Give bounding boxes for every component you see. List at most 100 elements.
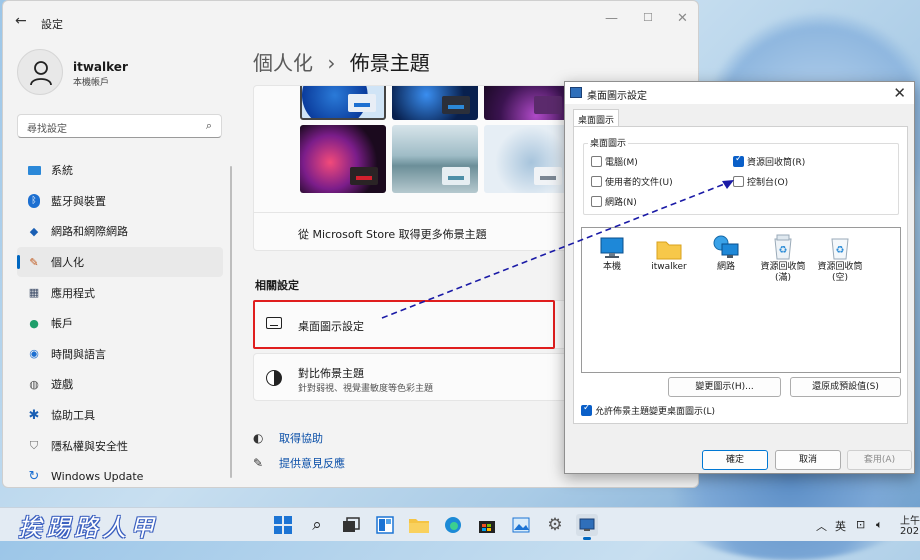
desktop-icon-settings-taskbar-icon[interactable] — [576, 514, 598, 540]
highlight-box — [253, 300, 555, 349]
theme-thumbnail[interactable] — [484, 86, 570, 120]
network-tray-icon[interactable]: ⊡ — [856, 518, 865, 531]
dialog-title: 桌面圖示設定 — [587, 91, 647, 102]
sidebar-item-accounts[interactable]: ● 帳戶 — [17, 308, 223, 339]
checkbox-recycle-bin[interactable]: 資源回收筒(R) — [733, 154, 805, 168]
checkbox-box[interactable] — [581, 403, 592, 416]
svg-text:♻: ♻ — [779, 245, 788, 256]
checkbox-box[interactable] — [591, 156, 602, 167]
start-icon[interactable] — [272, 514, 294, 536]
checkbox-user-files[interactable]: 使用者的文件(U) — [591, 175, 673, 188]
desktop-icon-settings-icon — [570, 87, 582, 98]
sidebar-scrollbar[interactable] — [230, 166, 232, 478]
sidebar-item-label: 隱私權與安全性 — [51, 439, 128, 453]
file-explorer-icon[interactable] — [408, 514, 430, 536]
tab-panel: 桌面圖示 電腦(M) 資源回收筒(R) 使用者的文件(U) 控制台(O) 網路(… — [573, 126, 908, 424]
checkbox-label: 電腦(M) — [605, 158, 638, 168]
close-icon[interactable]: ✕ — [893, 84, 906, 102]
icon-label: 本機 — [602, 262, 621, 272]
volume-icon[interactable]: 🔈︎ — [876, 518, 883, 532]
computer-icon — [582, 234, 642, 260]
sidebar-item-privacy[interactable]: ⛉ 隱私權與安全性 — [17, 430, 223, 461]
apply-button[interactable]: 套用(A) — [847, 450, 912, 470]
restore-default-button[interactable]: 還原成預設值(S) — [790, 377, 901, 397]
store-icon[interactable] — [476, 514, 498, 536]
ok-button[interactable]: 確定 — [702, 450, 768, 470]
theme-thumbnail[interactable] — [484, 125, 570, 193]
tab-desktop-icons[interactable]: 桌面圖示 — [573, 109, 619, 127]
app-title: 設定 — [41, 18, 63, 31]
search-input[interactable]: 尋找設定 ⌕ — [17, 114, 222, 138]
user-name: itwalker — [73, 60, 128, 74]
breadcrumb-parent[interactable]: 個人化 — [253, 51, 313, 75]
sidebar-item-personalization[interactable]: ✎ 個人化 — [17, 246, 223, 278]
photos-icon[interactable] — [510, 514, 532, 536]
sidebar-item-label: 個人化 — [51, 256, 84, 270]
sidebar-item-bluetooth[interactable]: ᛒ 藍牙與裝置 — [17, 186, 223, 217]
edge-icon[interactable] — [442, 514, 464, 536]
close-icon[interactable]: ✕ — [677, 11, 688, 26]
desktop-icon-item[interactable]: itwalker — [639, 234, 699, 273]
settings-gear-icon[interactable]: ⚙ — [544, 514, 566, 536]
clock-date[interactable]: 2021 — [900, 526, 920, 537]
gamepad-icon: ◍ — [29, 377, 39, 391]
icon-label: 資源回收筒 (滿) — [760, 262, 806, 283]
store-link[interactable]: 從 Microsoft Store 取得更多佈景主題 — [298, 226, 487, 242]
checkbox-label: 網路(N) — [605, 198, 637, 208]
get-help-link[interactable]: ◐ 取得協助 — [253, 430, 323, 446]
cancel-button[interactable]: 取消 — [775, 450, 841, 470]
title-bar: ← 設定 — ☐ ✕ — [3, 1, 698, 41]
svg-text:♻: ♻ — [836, 245, 845, 256]
change-icon-button[interactable]: 變更圖示(H)... — [668, 377, 781, 397]
input-language[interactable]: 英 — [835, 518, 846, 534]
theme-thumbnail[interactable] — [300, 125, 386, 193]
maximize-icon[interactable]: ☐ — [643, 11, 653, 24]
checkbox-box[interactable] — [733, 176, 744, 187]
tray-overflow-icon[interactable]: ︿ — [816, 518, 827, 534]
minimize-icon[interactable]: — — [605, 11, 618, 26]
sidebar-item-label: 系統 — [51, 164, 73, 178]
update-icon: ↻ — [28, 468, 40, 484]
checkbox-computer[interactable]: 電腦(M) — [591, 155, 638, 168]
theme-thumbnail[interactable] — [392, 86, 478, 120]
checkbox-box[interactable] — [591, 176, 602, 187]
desktop-icon-item[interactable]: ♻ 資源回收筒 (空) — [810, 234, 870, 284]
desktop-icon-item[interactable]: 網路 — [696, 234, 756, 273]
checkbox-box[interactable] — [591, 196, 602, 207]
accessibility-icon: ✱ — [28, 407, 40, 423]
apps-icon: ▦ — [28, 286, 40, 300]
folder-icon — [639, 234, 699, 260]
account-type: 本機帳戶 — [73, 78, 110, 88]
checkbox-control-panel[interactable]: 控制台(O) — [733, 175, 788, 188]
search-icon[interactable]: ⌕ — [306, 514, 328, 536]
sidebar-item-time-language[interactable]: ◉ 時間與語言 — [17, 339, 223, 370]
sidebar-item-apps[interactable]: ▦ 應用程式 — [17, 277, 223, 308]
clock-time[interactable]: 上午 — [900, 512, 920, 527]
group-label: 桌面圖示 — [588, 136, 629, 149]
checkbox-network[interactable]: 網路(N) — [591, 195, 637, 208]
avatar — [17, 49, 63, 95]
sidebar-item-windows-update[interactable]: ↻ Windows Update — [17, 461, 223, 487]
checkbox-box[interactable] — [733, 154, 744, 167]
network-icon — [696, 234, 756, 260]
link-label: 取得協助 — [279, 432, 323, 445]
theme-thumbnail[interactable] — [300, 86, 386, 120]
give-feedback-link[interactable]: ✎ 提供意見反應 — [253, 455, 345, 471]
checkbox-allow-themes[interactable]: 允許佈景主題變更桌面圖示(L) — [581, 403, 715, 417]
sidebar-item-label: 時間與語言 — [51, 347, 106, 361]
sidebar-item-gaming[interactable]: ◍ 遊戲 — [17, 369, 223, 400]
contrast-themes-title: 對比佈景主題 — [298, 367, 364, 380]
icon-preview-list[interactable]: 本機 itwalker 網路 ♻ 資源回收筒 (滿) ♻ 資源回收筒 (空) — [581, 227, 901, 373]
person-icon — [30, 61, 52, 86]
desktop-icon-item[interactable]: ♻ 資源回收筒 (滿) — [753, 234, 813, 284]
task-view-icon[interactable] — [340, 514, 362, 536]
sidebar-item-label: Windows Update — [51, 469, 144, 483]
desktop-icon-item[interactable]: 本機 — [582, 234, 642, 273]
sidebar-item-accessibility[interactable]: ✱ 協助工具 — [17, 400, 223, 431]
sidebar-item-system[interactable]: 系統 — [17, 155, 223, 186]
sidebar-item-network[interactable]: ◆ 網路和網際網路 — [17, 216, 223, 247]
theme-thumbnail[interactable] — [392, 125, 478, 193]
wifi-icon: ◆ — [29, 224, 39, 238]
widgets-icon[interactable] — [374, 514, 396, 536]
back-arrow-icon[interactable]: ← — [15, 13, 27, 29]
